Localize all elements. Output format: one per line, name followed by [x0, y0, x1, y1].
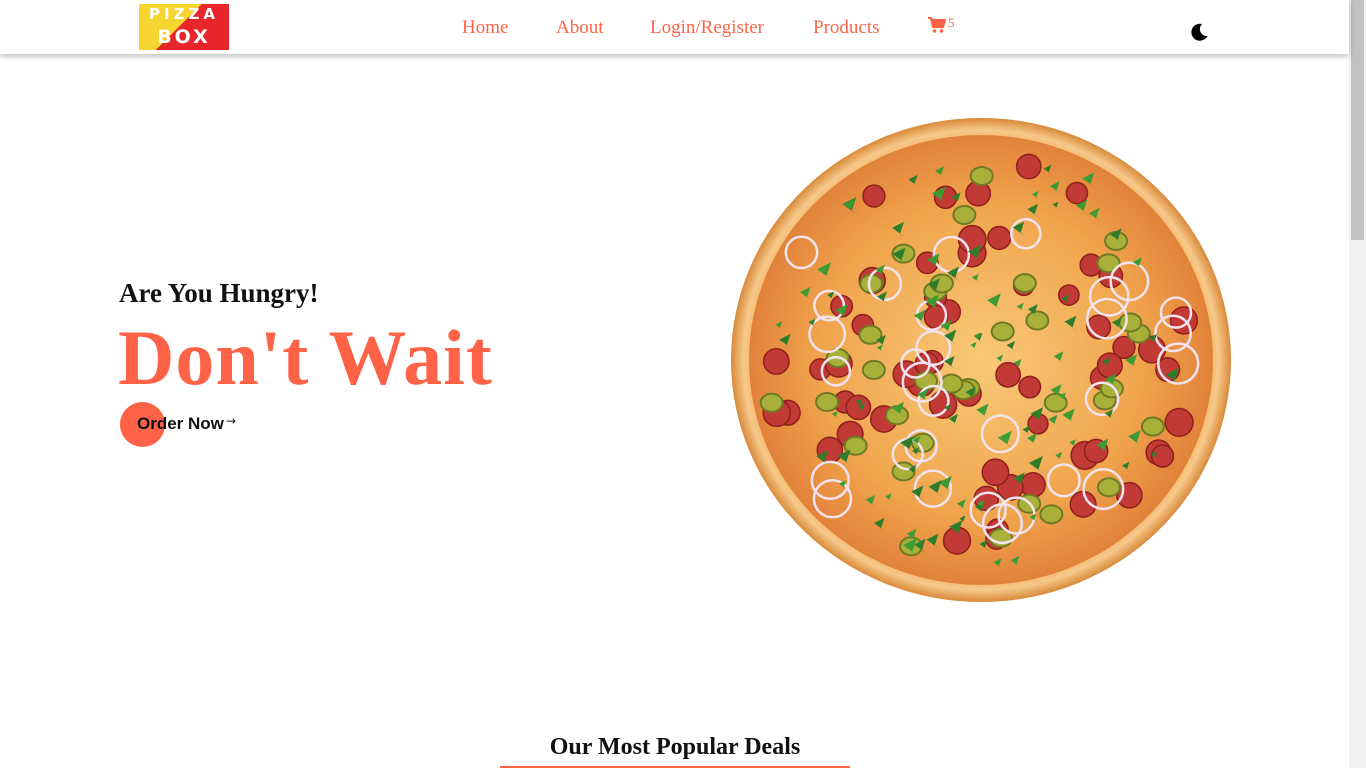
moon-icon — [1189, 23, 1209, 46]
nav-login-register[interactable]: Login/Register — [650, 17, 764, 39]
pickle-topping — [1140, 416, 1165, 437]
sausage-topping — [1015, 153, 1042, 180]
nav-products[interactable]: Products — [813, 17, 880, 39]
sausage-topping — [928, 390, 958, 419]
cart-icon — [927, 16, 947, 39]
navbar: PIZZA BOX Home About Login/Register Prod… — [0, 0, 1349, 54]
nav-about[interactable]: About — [556, 17, 604, 39]
sausage-topping — [1019, 471, 1046, 498]
logo[interactable]: PIZZA BOX — [139, 4, 229, 50]
sausage-topping — [762, 347, 790, 375]
order-button-label: Order Now — [137, 414, 224, 433]
sausage-topping — [957, 224, 987, 254]
sausage-topping — [1096, 352, 1123, 379]
pickle-topping — [1096, 477, 1121, 498]
sausage-topping — [1018, 375, 1042, 399]
theme-toggle-button[interactable] — [1189, 22, 1209, 47]
scrollbar-thumb[interactable] — [1351, 0, 1364, 240]
logo-line1: PIZZA — [149, 5, 219, 23]
pickle-topping — [861, 359, 886, 380]
hero-subtitle: Are You Hungry! — [119, 278, 319, 308]
sausage-topping — [862, 184, 886, 208]
pickle-topping — [1039, 504, 1064, 525]
nav-home[interactable]: Home — [462, 17, 508, 39]
pickle-topping — [815, 392, 840, 413]
pizza-image — [730, 116, 1232, 609]
arrow-right-icon: → — [226, 414, 237, 428]
order-now-button[interactable]: Order Now → — [120, 402, 260, 448]
sausage-topping — [987, 225, 1012, 251]
section-title: Our Most Popular Deals — [549, 734, 801, 760]
sausage-topping — [1164, 407, 1194, 438]
sausage-topping — [1058, 284, 1080, 306]
scrollbar[interactable] — [1349, 0, 1366, 768]
hero-title: Don't Wait — [118, 314, 493, 401]
pickle-topping — [990, 321, 1015, 342]
pickle-topping — [969, 166, 994, 187]
pickle-topping — [759, 392, 784, 413]
cart-button[interactable]: 5 — [927, 15, 955, 40]
sausage-topping — [981, 458, 1010, 487]
pickle-topping — [952, 204, 977, 225]
sausage-topping — [995, 361, 1022, 388]
sausage-topping — [1065, 181, 1089, 205]
pickle-topping — [1012, 273, 1037, 294]
sausage-topping — [845, 394, 872, 421]
logo-line2: BOX — [157, 26, 211, 48]
cart-count-badge: 5 — [948, 15, 955, 30]
pickle-topping — [891, 461, 916, 482]
pickle-topping — [1025, 310, 1050, 331]
